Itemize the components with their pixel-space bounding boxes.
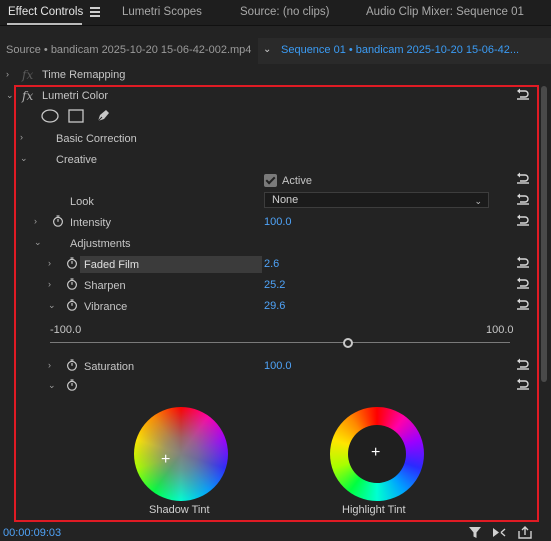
pen-mask-icon[interactable] xyxy=(95,108,111,124)
basic-correction-label[interactable]: Basic Correction xyxy=(56,133,137,145)
reset-icon[interactable] xyxy=(516,172,530,184)
stopwatch-icon[interactable] xyxy=(66,278,78,290)
intensity-twirl[interactable]: › xyxy=(34,216,37,226)
intensity-label: Intensity xyxy=(70,217,111,229)
tab-effect-controls[interactable]: Effect Controls xyxy=(8,6,83,18)
fx-badge-time-remapping: fx xyxy=(22,68,34,82)
panel-tab-bar: Effect Controls Lumetri Scopes Source: (… xyxy=(0,0,551,26)
tab-audio-clip-mixer[interactable]: Audio Clip Mixer: Sequence 01 xyxy=(366,6,524,18)
reset-icon[interactable] xyxy=(516,298,530,310)
vibrance-twirl[interactable]: ⌄ xyxy=(48,300,56,310)
fx-badge-lumetri[interactable]: fx xyxy=(22,89,33,103)
clip-selector-bar: Source • bandicam 2025-10-20 15-06-42-00… xyxy=(0,38,551,64)
look-value: None xyxy=(272,194,299,206)
shadow-tint-wheel[interactable] xyxy=(134,407,228,501)
look-dropdown[interactable]: None ⌄ xyxy=(264,192,489,208)
reset-icon[interactable] xyxy=(516,193,530,205)
panel-menu-icon[interactable] xyxy=(90,7,100,17)
stopwatch-icon[interactable] xyxy=(52,215,64,227)
play-only-audio-icon[interactable] xyxy=(492,526,506,539)
lumetri-twirl[interactable]: ⌄ xyxy=(6,90,14,100)
sharpen-label: Sharpen xyxy=(84,280,126,292)
source-clip-label[interactable]: Source • bandicam 2025-10-20 15-06-42-00… xyxy=(6,44,251,56)
vibrance-max-label: 100.0 xyxy=(486,324,514,336)
active-tab-indicator xyxy=(7,23,82,25)
vibrance-value[interactable]: 29.6 xyxy=(264,300,285,312)
highlight-tint-label: Highlight Tint xyxy=(342,504,406,516)
vibrance-slider-track[interactable] xyxy=(50,342,510,343)
panel-footer: 00:00:09:03 xyxy=(0,524,551,541)
adjustments-label[interactable]: Adjustments xyxy=(70,238,131,250)
chevron-down-icon: ⌄ xyxy=(263,44,272,55)
vibrance-min-label: -100.0 xyxy=(50,324,82,336)
reset-icon[interactable] xyxy=(516,277,530,289)
stopwatch-icon[interactable] xyxy=(66,359,78,371)
lumetri-color-label: Lumetri Color xyxy=(42,90,109,102)
sharpen-twirl[interactable]: › xyxy=(48,279,51,289)
stopwatch-icon[interactable] xyxy=(66,379,78,391)
reset-icon[interactable] xyxy=(516,378,530,390)
vibrance-label: Vibrance xyxy=(84,301,128,313)
adjustments-twirl[interactable]: ⌄ xyxy=(34,237,42,247)
reset-icon[interactable] xyxy=(516,358,530,370)
export-icon[interactable] xyxy=(518,526,532,539)
faded-film-twirl[interactable]: › xyxy=(48,258,51,268)
stopwatch-icon[interactable] xyxy=(66,257,78,269)
reset-icon[interactable] xyxy=(516,214,530,226)
active-checkbox[interactable] xyxy=(264,174,277,187)
basic-correction-twirl[interactable]: › xyxy=(20,132,23,142)
faded-film-value[interactable]: 2.6 xyxy=(264,258,279,270)
vertical-scrollbar[interactable] xyxy=(541,86,547,382)
creative-twirl[interactable]: ⌄ xyxy=(20,153,28,163)
creative-label[interactable]: Creative xyxy=(56,154,97,166)
tab-lumetri-scopes[interactable]: Lumetri Scopes xyxy=(122,6,202,18)
reset-icon[interactable] xyxy=(516,88,530,100)
rectangle-mask-icon[interactable] xyxy=(68,109,84,123)
sharpen-value[interactable]: 25.2 xyxy=(264,279,285,291)
ellipse-mask-icon[interactable] xyxy=(41,109,59,123)
tint-twirl[interactable]: ⌄ xyxy=(48,380,56,390)
look-label: Look xyxy=(70,196,94,208)
reset-icon[interactable] xyxy=(516,256,530,268)
stopwatch-icon[interactable] xyxy=(66,299,78,311)
time-remapping-twirl[interactable]: › xyxy=(6,69,9,79)
saturation-label: Saturation xyxy=(84,361,135,373)
tab-source[interactable]: Source: (no clips) xyxy=(240,6,329,18)
active-label: Active xyxy=(282,175,312,187)
sequence-clip-selector[interactable]: ⌄ Sequence 01 • bandicam 2025-10-20 15-0… xyxy=(258,38,551,64)
intensity-value[interactable]: 100.0 xyxy=(264,216,292,228)
vibrance-slider-thumb[interactable] xyxy=(343,338,354,348)
time-remapping-label: Time Remapping xyxy=(42,69,126,81)
chevron-down-icon: ⌄ xyxy=(474,196,482,206)
playhead-timecode[interactable]: 00:00:09:03 xyxy=(3,527,61,539)
sequence-clip-label: Sequence 01 • bandicam 2025-10-20 15-06-… xyxy=(281,44,520,56)
shadow-tint-label: Shadow Tint xyxy=(149,504,210,516)
filter-icon[interactable] xyxy=(468,526,482,539)
saturation-value[interactable]: 100.0 xyxy=(264,360,292,372)
shadow-tint-crosshair[interactable]: + xyxy=(161,452,170,468)
saturation-twirl[interactable]: › xyxy=(48,360,51,370)
highlight-tint-crosshair[interactable]: + xyxy=(371,445,380,461)
faded-film-label: Faded Film xyxy=(84,259,140,271)
